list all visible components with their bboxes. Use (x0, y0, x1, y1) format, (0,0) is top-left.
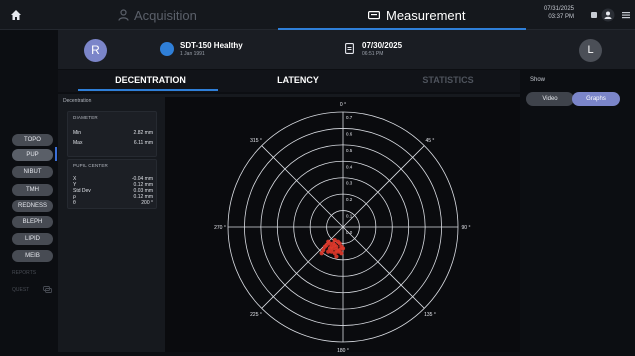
nav-lipid[interactable]: LIPID (12, 233, 53, 245)
tab-latency[interactable]: LATENCY (238, 75, 358, 85)
database-icon[interactable] (587, 8, 601, 22)
graphs-toggle[interactable]: Graphs (572, 92, 620, 106)
data-point (329, 244, 334, 249)
angle-label: 315 ° (250, 138, 262, 144)
radial-tick-label: 0.4 (346, 164, 353, 169)
current-date: 07/31/2025 (543, 6, 574, 12)
angle-label: 135 ° (424, 312, 436, 318)
nav-meib[interactable]: MEIB (12, 250, 53, 262)
angle-label: 180 ° (337, 348, 349, 352)
show-label: Show (530, 77, 546, 83)
person-icon (118, 9, 129, 21)
angle-label: 270 ° (214, 225, 226, 231)
row-label: θ (73, 200, 76, 206)
plot-panel: 0.0 0.1 0.2 0.3 0.4 0.5 0.6 0.7 0 ° 45 ° 90 ° 135 °… (165, 97, 520, 354)
menu-icon[interactable] (619, 8, 633, 22)
tab-active-indicator (78, 89, 218, 91)
data-point (339, 251, 344, 256)
measurement-tab[interactable]: Measurement (368, 6, 465, 24)
patient-dob: 1 Jan 1991 (180, 51, 205, 57)
polar-spoke (261, 145, 344, 228)
data-point (319, 251, 324, 256)
data-point (326, 249, 331, 254)
exam-date[interactable]: 07/30/2025 (362, 41, 402, 50)
angle-label: 90 ° (462, 225, 471, 231)
angle-label: 45 ° (425, 138, 434, 144)
user-icon[interactable] (601, 8, 615, 22)
angle-label: 225 ° (250, 312, 262, 318)
exam-file-icon (345, 43, 354, 54)
radial-tick-label: 0.0 (346, 230, 353, 235)
data-point (334, 254, 339, 259)
tab-decentration[interactable]: DECENTRATION (78, 75, 223, 85)
pupil-center-card: PUPIL CENTER X -0.04 mm Y 0.12 mm Std De… (67, 159, 157, 209)
nav-nibut[interactable]: NIBUT (12, 166, 53, 178)
section-label: Decentration (63, 98, 92, 104)
radial-tick-label: 0.7 (346, 115, 353, 120)
data-point (334, 247, 339, 253)
polar-spoke (261, 226, 344, 309)
patient-name[interactable]: SDT-150 Healthy (180, 41, 243, 50)
data-point (332, 238, 337, 243)
nav-topo[interactable]: TOPO (12, 134, 53, 146)
acquisition-label: Acquisition (134, 7, 197, 23)
measurement-label: Measurement (386, 7, 466, 23)
tab-statistics[interactable]: STATISTICS (388, 75, 508, 85)
angle-label: 0 ° (340, 102, 346, 108)
radial-tick-label: 0.5 (346, 148, 353, 153)
top-bar: Acquisition Measurement 07/31/2025 03:37… (0, 0, 635, 30)
nav-active-indicator (55, 147, 57, 161)
nav-quest[interactable]: QUEST (12, 287, 29, 293)
radial-tick-label: 0.2 (346, 197, 353, 202)
exam-time: 06:51 PM (362, 51, 384, 57)
diameter-max-row: Max 6.11 mm (73, 140, 153, 146)
radial-tick-label: 0.3 (346, 181, 353, 186)
row-label: Min (73, 130, 82, 136)
right-eye-avatar[interactable]: R (84, 39, 107, 62)
data-point (340, 246, 346, 251)
polar-spoke (342, 226, 425, 309)
nav-bleph[interactable]: BLEPH (12, 216, 53, 228)
polar-plot: 0.0 0.1 0.2 0.3 0.4 0.5 0.6 0.7 0 ° 45 ° 90 ° 135 °… (214, 102, 471, 354)
patient-icon (160, 42, 174, 56)
radial-tick-label: 0.6 (346, 131, 353, 136)
data-point (322, 244, 328, 249)
row-label: Max (73, 140, 83, 146)
nav-redness[interactable]: REDNESS (12, 200, 53, 212)
nav-reports[interactable]: REPORTS (12, 270, 36, 276)
diameter-card: DIAMETER Min 2.82 mm Max 6.11 mm (67, 111, 157, 157)
acquisition-tab[interactable]: Acquisition (118, 6, 197, 24)
diameter-min-row: Min 2.82 mm (73, 130, 153, 136)
monitor-icon (368, 10, 380, 19)
row-value: 200 ° (141, 200, 153, 206)
nav-tmh[interactable]: TMH (12, 184, 53, 196)
data-point (337, 241, 342, 246)
video-toggle[interactable]: Video (526, 92, 574, 106)
current-time: 03:37 PM (548, 14, 574, 20)
chat-icon (43, 286, 52, 293)
diameter-title: DIAMETER (73, 115, 98, 120)
row-value: 6.11 mm (133, 140, 153, 146)
home-icon[interactable] (10, 9, 22, 21)
polar-spoke (342, 145, 425, 228)
row-value: 2.82 mm (133, 130, 153, 136)
pupil-theta-row: θ 200 ° (73, 200, 153, 206)
radial-tick-label: 0.1 (346, 214, 353, 219)
nav-pup[interactable]: PUP (12, 149, 53, 161)
left-eye-avatar[interactable]: L (579, 39, 602, 62)
pupil-center-title: PUPIL CENTER (73, 163, 108, 168)
datetime: 07/31/2025 03:37 PM (532, 5, 574, 21)
